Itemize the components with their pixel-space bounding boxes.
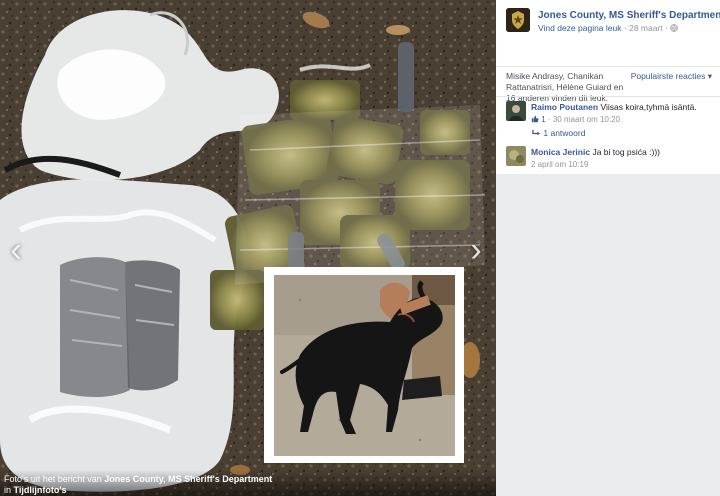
caption-page-link[interactable]: Jones County, MS Sheriff's Department (104, 474, 272, 484)
comment-meta: 2 april om 10:19 (531, 159, 716, 170)
globe-icon (670, 23, 678, 33)
comment-meta: 1 · 30 maart om 10:20 (531, 114, 716, 125)
chevron-down-icon: ▾ (707, 71, 712, 81)
subline-dot: · (623, 23, 627, 33)
photo-viewer[interactable]: ‹ › Foto's uit het bericht van Jones Cou… (0, 0, 496, 496)
like-page-link[interactable]: Vind deze pagina leuk (538, 23, 622, 33)
photo-sidebar: Jones County, MS Sheriff's Department Vi… (496, 0, 720, 496)
sort-label: Populairste reacties (630, 71, 706, 81)
sheriff-badge-avatar[interactable] (506, 8, 530, 32)
comment-text: Ja bi tog psića :))) (592, 147, 660, 157)
comment-author-link[interactable]: Monica Jerinic (531, 147, 590, 157)
post-details-card: Jones County, MS Sheriff's Department Vi… (496, 0, 720, 174)
subline-dot-2: · (665, 23, 668, 33)
divider (496, 96, 720, 97)
replies-count: 1 antwoord (543, 128, 586, 138)
dog-photo-inset (264, 267, 464, 463)
comment-body: Raimo Poutanen Viisas koira,tyhmä isäntä… (531, 102, 716, 125)
comment-text: Viisas koira,tyhmä isäntä. (600, 102, 697, 112)
page-header: Jones County, MS Sheriff's Department Vi… (506, 8, 720, 38)
thumbs-up-icon[interactable] (531, 115, 541, 124)
comment-timestamp[interactable]: 30 maart om 10:20 (553, 115, 620, 124)
view-replies-link[interactable]: 1 antwoord (532, 128, 585, 138)
comment-author-link[interactable]: Raimo Poutanen (531, 102, 598, 112)
meta-dot: · (547, 115, 551, 124)
comment-body: Monica Jerinic Ja bi tog psića :))) 2 ap… (531, 147, 716, 170)
caption-in: in (4, 485, 12, 495)
post-date[interactable]: 28 maart (629, 23, 663, 33)
comment-sort-dropdown[interactable]: Populairste reacties ▾ (631, 71, 712, 82)
page-subline: Vind deze pagina leuk · 28 maart · (538, 23, 678, 33)
photo-caption: Foto's uit het bericht van Jones County,… (0, 470, 496, 496)
likes-summary[interactable]: Misike Andrasy, Chanikan Rattanatrisri, … (506, 71, 634, 104)
divider (496, 66, 720, 67)
previous-photo-button[interactable]: ‹ (4, 232, 28, 268)
caption-prefix: Foto's uit het bericht van (4, 474, 102, 484)
photo-image (0, 0, 496, 496)
avatar[interactable] (506, 146, 526, 166)
reply-arrow-icon (532, 128, 543, 138)
next-photo-button[interactable]: › (464, 232, 488, 268)
comment-timestamp[interactable]: 2 april om 10:19 (531, 160, 588, 169)
avatar[interactable] (506, 101, 526, 121)
caption-album-link[interactable]: Tijdlijnfoto's (14, 485, 67, 495)
comment-like-count[interactable]: 1 (541, 115, 545, 124)
page-name-link[interactable]: Jones County, MS Sheriff's Department (538, 10, 720, 21)
